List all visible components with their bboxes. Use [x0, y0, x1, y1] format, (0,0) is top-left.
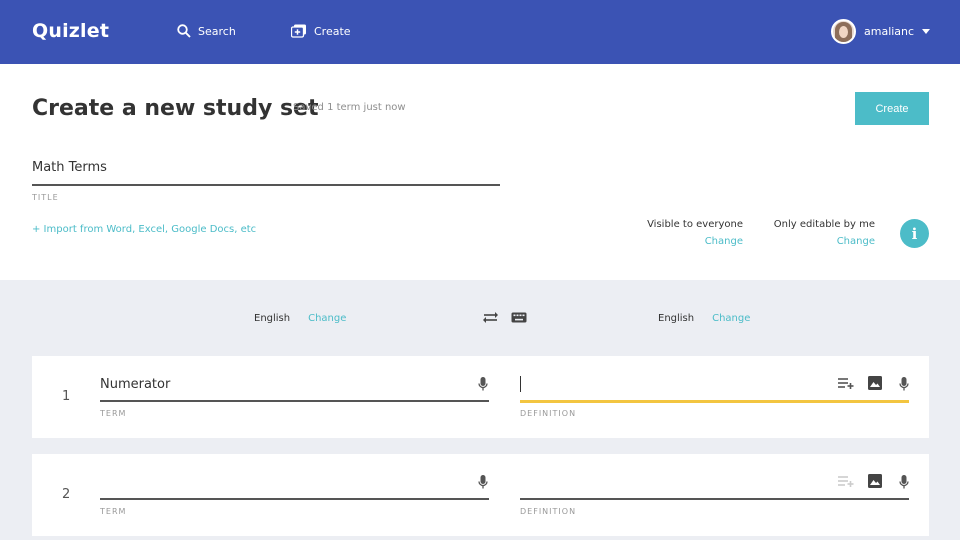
term-label: TERM [100, 409, 127, 418]
visibility-change-link[interactable]: Change [640, 236, 743, 247]
title-input[interactable]: Math Terms [32, 160, 107, 175]
microphone-icon[interactable] [478, 377, 488, 391]
user-menu[interactable]: amalianc [831, 19, 931, 44]
term-card: 1 Numerator TERM DEFINITION [32, 356, 929, 438]
term-underline [100, 498, 489, 500]
swap-icon[interactable] [483, 311, 498, 323]
nav-search-label: Search [198, 24, 236, 38]
definition-underline [520, 498, 909, 500]
keyboard-icon[interactable] [511, 312, 527, 323]
edit-permission-label: Only editable by me [773, 219, 875, 230]
definition-underline-active [520, 400, 909, 403]
definition-language-change-link[interactable]: Change [712, 313, 750, 324]
add-list-icon[interactable] [838, 378, 854, 389]
term-underline [100, 400, 489, 402]
save-status: Saved 1 term just now [293, 102, 406, 113]
card-number: 2 [62, 487, 71, 502]
image-icon[interactable] [868, 474, 882, 488]
title-underline [32, 184, 500, 186]
card-number: 1 [62, 389, 71, 404]
edit-permission-setting: Only editable by me Change [766, 219, 875, 247]
page-title: Create a new study set [32, 96, 319, 121]
chevron-down-icon [922, 29, 931, 34]
term-card: 2 TERM DEFINITION [32, 454, 929, 536]
definition-input[interactable] [520, 376, 820, 396]
term-language-selector: English Change [254, 313, 346, 324]
title-label: TITLE [32, 193, 59, 202]
create-set-icon [291, 24, 306, 38]
definition-language-selector: English Change [658, 313, 750, 324]
quizlet-logo[interactable]: Quizlet [32, 20, 109, 42]
create-button[interactable]: Create [855, 92, 929, 125]
top-nav-bar: Quizlet Search Create amalianc [0, 0, 960, 64]
microphone-icon[interactable] [899, 475, 909, 489]
term-language-change-link[interactable]: Change [308, 313, 346, 324]
definition-label: DEFINITION [520, 507, 577, 516]
username: amalianc [864, 25, 915, 38]
microphone-icon[interactable] [478, 475, 488, 489]
nav-create-link[interactable]: Create [291, 24, 351, 38]
nav-create-label: Create [314, 24, 351, 38]
term-input[interactable] [100, 475, 470, 495]
avatar [831, 19, 856, 44]
nav-search-link[interactable]: Search [177, 24, 236, 38]
set-header-panel: Create a new study set Saved 1 term just… [0, 64, 960, 280]
import-link[interactable]: + Import from Word, Excel, Google Docs, … [32, 224, 256, 235]
definition-language: English [658, 313, 695, 324]
term-label: TERM [100, 507, 127, 516]
image-icon[interactable] [868, 376, 882, 390]
visibility-setting: Visible to everyone Change [640, 219, 743, 247]
definition-label: DEFINITION [520, 409, 577, 418]
edit-permission-change-link[interactable]: Change [766, 236, 875, 247]
definition-input[interactable] [520, 474, 820, 494]
microphone-icon[interactable] [899, 377, 909, 391]
visibility-label: Visible to everyone [647, 219, 743, 230]
search-icon [177, 24, 191, 38]
info-icon[interactable]: i [900, 219, 929, 248]
term-input[interactable]: Numerator [100, 377, 170, 392]
add-list-icon[interactable] [838, 476, 854, 487]
term-language: English [254, 313, 291, 324]
